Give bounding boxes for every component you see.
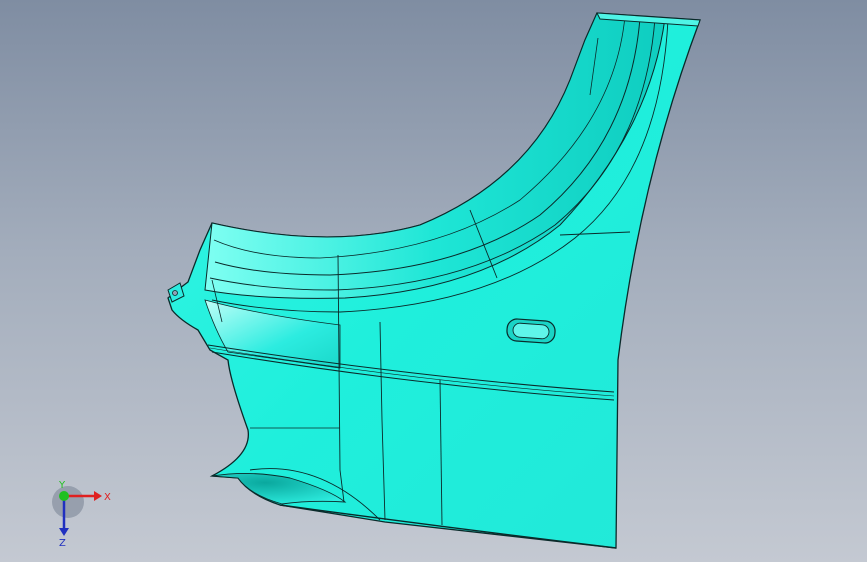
fender-part[interactable] (167, 12, 701, 549)
side-marker-cutout-inner (512, 322, 550, 340)
triad-shadow (52, 486, 84, 518)
z-axis-arrow (59, 528, 69, 536)
y-axis-dot (59, 491, 69, 501)
x-axis-label: X (104, 492, 111, 503)
cad-viewport[interactable] (0, 0, 867, 562)
x-axis-arrow (94, 491, 102, 501)
z-axis-label: Z (59, 538, 66, 548)
mounting-tab-hole (172, 290, 178, 296)
axis-triad: X Z Y (52, 480, 111, 548)
y-axis-label: Y (58, 480, 66, 491)
